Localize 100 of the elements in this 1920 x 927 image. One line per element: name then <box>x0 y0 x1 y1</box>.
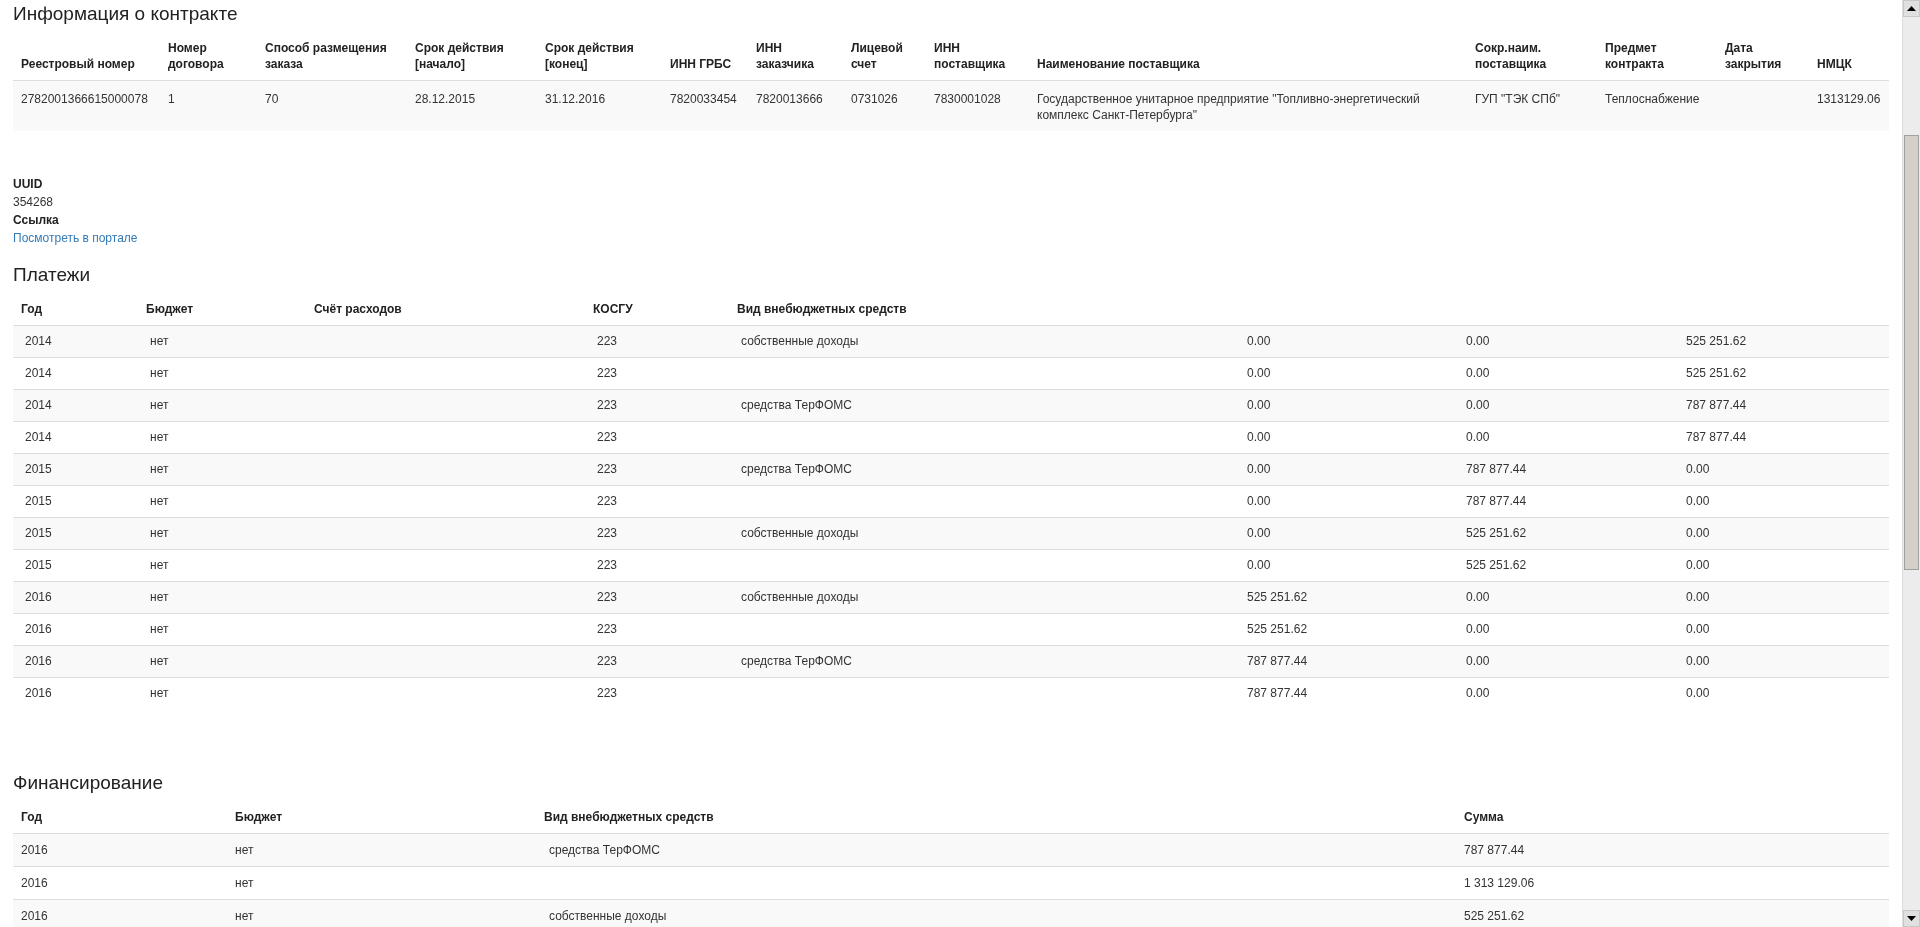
column-header: Бюджет <box>138 293 306 326</box>
column-header: Дата закрытия <box>1717 32 1809 81</box>
table-cell: 787 877.44 <box>1456 833 1889 867</box>
table-cell: 7830001028 <box>926 80 1029 131</box>
table-cell: 223 <box>585 325 729 358</box>
column-header: Реестровый номер <box>13 32 160 81</box>
table-cell: нет <box>138 517 306 550</box>
column-header: Наименование поставщика <box>1029 32 1467 81</box>
table-cell: ГУП "ТЭК СПб" <box>1467 80 1597 131</box>
column-header: Срок действия [конец] <box>537 32 662 81</box>
table-cell: 28.12.2015 <box>407 80 537 131</box>
column-header: Сумма <box>1456 801 1889 834</box>
table-cell: 525 251.62 <box>1674 325 1889 358</box>
table-cell: 2015 <box>13 453 138 486</box>
table-cell: 525 251.62 <box>1456 899 1889 927</box>
column-header: ИНН заказчика <box>748 32 843 81</box>
table-cell: 2016 <box>13 677 138 709</box>
column-header: Бюджет <box>227 801 536 834</box>
table-cell: 2016 <box>13 833 227 867</box>
column-header: ИНН ГРБС <box>662 32 748 81</box>
column-header: Предмет контракта <box>1597 32 1717 81</box>
table-cell: собственные доходы <box>536 899 1456 927</box>
table-cell: 0.00 <box>1454 581 1674 614</box>
scroll-up-icon[interactable] <box>1903 0 1920 17</box>
table-cell: 0.00 <box>1674 517 1889 550</box>
table-cell: 223 <box>585 453 729 486</box>
table-cell: 0.00 <box>1674 677 1889 709</box>
table-cell: 2015 <box>13 517 138 550</box>
column-header: Номер договора <box>160 32 257 81</box>
table-cell: 223 <box>585 645 729 678</box>
table-cell: нет <box>138 677 306 709</box>
table-cell: собственные доходы <box>729 325 1235 358</box>
section-title: Информация о контракте <box>13 2 239 26</box>
column-header: Счёт расходов <box>306 293 585 326</box>
table-cell: 2016 <box>13 645 138 678</box>
table-cell: 1 <box>160 80 257 131</box>
table-cell: 0.00 <box>1235 325 1454 358</box>
table-cell: нет <box>227 899 536 927</box>
field-label: UUID <box>13 176 44 193</box>
column-header: Срок действия [начало] <box>407 32 537 81</box>
column-header: ИНН поставщика <box>926 32 1029 81</box>
table-cell: 31.12.2016 <box>537 80 662 131</box>
table-cell: 1313129.06 <box>1809 80 1889 131</box>
table-cell: 0.00 <box>1674 645 1889 678</box>
table-cell: нет <box>138 645 306 678</box>
table-cell: 525 251.62 <box>1454 517 1674 550</box>
section-title: Платежи <box>13 263 92 287</box>
table-cell: 2016 <box>13 899 227 927</box>
table-cell: 0731026 <box>843 80 926 131</box>
table-cell: нет <box>138 325 306 358</box>
table-cell: 0.00 <box>1454 325 1674 358</box>
column-header: Год <box>13 293 138 326</box>
table-cell: 787 877.44 <box>1454 453 1674 486</box>
table-cell: нет <box>138 453 306 486</box>
table-cell: 2016 <box>13 581 138 614</box>
table-cell: 787 877.44 <box>1674 389 1889 422</box>
field-value: 354268 <box>13 194 55 211</box>
column-header: Способ размещения заказа <box>257 32 407 81</box>
table-cell: 2782001366615000078 <box>13 80 160 131</box>
table-cell: 787 877.44 <box>1235 677 1454 709</box>
table-cell: 2014 <box>13 389 138 422</box>
table-cell: 0.00 <box>1674 453 1889 486</box>
table-cell: 223 <box>585 677 729 709</box>
column-header: Вид внебюджетных средств <box>729 293 1235 326</box>
table-cell: нет <box>138 581 306 614</box>
table-cell: 223 <box>585 389 729 422</box>
table-cell: нет <box>138 389 306 422</box>
column-header: КОСГУ <box>585 293 729 326</box>
table-cell: средства ТерФОМС <box>729 453 1235 486</box>
scrollbar[interactable] <box>1902 0 1920 927</box>
table-cell: 0.00 <box>1235 517 1454 550</box>
table-cell: 70 <box>257 80 407 131</box>
table-cell: Государственное унитарное предприятие "Топливно-энергетический комплекс Санкт-Петербурга" <box>1029 80 1467 131</box>
portal-link[interactable]: Посмотреть в портале <box>13 231 138 245</box>
table-cell: Теплоснабжение <box>1597 80 1717 131</box>
table-cell: 0.00 <box>1454 389 1674 422</box>
table-cell: 7820013666 <box>748 80 843 131</box>
table-cell: 0.00 <box>1454 677 1674 709</box>
section-title: Финансирование <box>13 771 164 795</box>
column-header: Вид внебюджетных средств <box>536 801 1456 834</box>
table-cell: собственные доходы <box>729 581 1235 614</box>
table-cell: 2014 <box>13 325 138 358</box>
table-cell: 0.00 <box>1454 645 1674 678</box>
table-cell: собственные доходы <box>729 517 1235 550</box>
table-cell: 223 <box>585 581 729 614</box>
table-cell: средства ТерФОМС <box>536 833 1456 867</box>
column-header: НМЦК <box>1809 32 1889 81</box>
scroll-down-icon[interactable] <box>1903 910 1920 927</box>
table-cell: нет <box>227 833 536 867</box>
table-cell: средства ТерФОМС <box>729 645 1235 678</box>
table-cell: 7820033454 <box>662 80 748 131</box>
column-header: Лицевой счет <box>843 32 926 81</box>
table-cell: средства ТерФОМС <box>729 389 1235 422</box>
field-label: Ссылка <box>13 212 60 229</box>
table-cell: 223 <box>585 517 729 550</box>
table-cell: 525 251.62 <box>1235 581 1454 614</box>
table-cell: 0.00 <box>1235 453 1454 486</box>
column-header: Год <box>13 801 227 834</box>
table-cell: 0.00 <box>1235 389 1454 422</box>
scroll-thumb[interactable] <box>1904 135 1919 570</box>
